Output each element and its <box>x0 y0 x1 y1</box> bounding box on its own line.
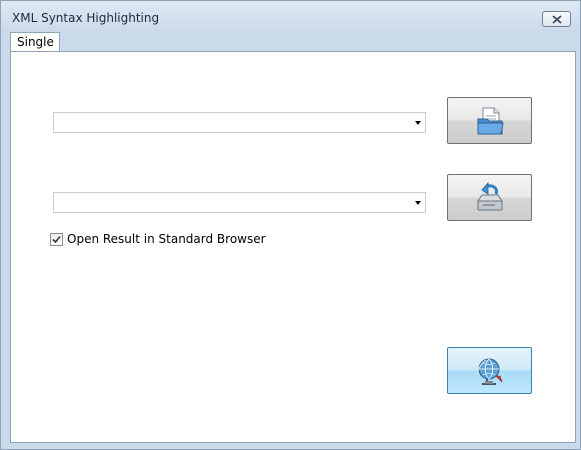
checkmark-icon <box>52 235 61 244</box>
chevron-down-icon[interactable] <box>415 121 421 125</box>
title-bar: XML Syntax Highlighting <box>1 1 580 33</box>
run-highlight-button[interactable] <box>447 347 532 394</box>
open-browser-label: Open Result in Standard Browser <box>67 232 266 246</box>
globe-network-icon <box>477 358 503 385</box>
open-folder-icon <box>477 107 504 135</box>
tab-strip: Single <box>10 32 576 52</box>
open-browser-checkbox[interactable] <box>50 233 63 246</box>
open-file-button[interactable] <box>447 97 532 144</box>
main-window: XML Syntax Highlighting Single Open Resu… <box>0 0 581 450</box>
save-drive-icon <box>477 182 503 211</box>
tab-single[interactable]: Single <box>10 32 60 52</box>
save-file-button[interactable] <box>447 174 532 221</box>
window-title: XML Syntax Highlighting <box>12 11 160 25</box>
output-file-combobox[interactable] <box>53 192 426 213</box>
close-button[interactable] <box>542 11 571 27</box>
input-file-combobox[interactable] <box>53 112 426 133</box>
tab-content-single: Open Result in Standard Browser <box>10 51 576 443</box>
chevron-down-icon[interactable] <box>415 201 421 205</box>
close-icon <box>552 15 562 24</box>
